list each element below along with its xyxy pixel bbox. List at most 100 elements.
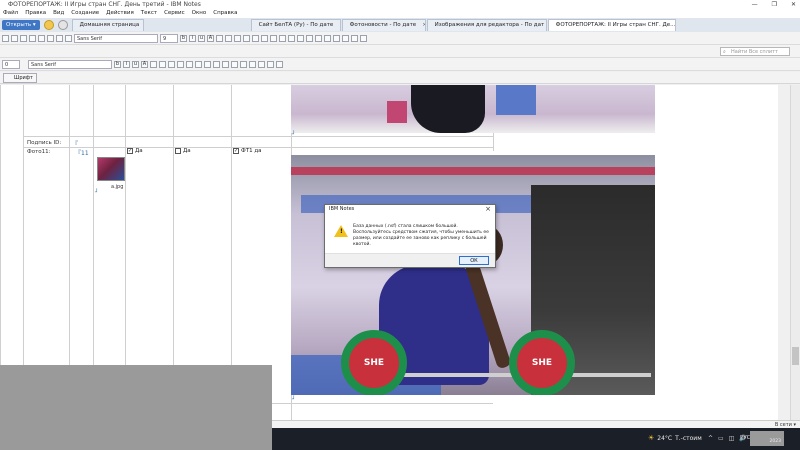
workspace-icon[interactable] (57, 20, 68, 30)
font-name-select-2[interactable]: Sans Serif (28, 59, 112, 69)
table-icon[interactable] (231, 60, 238, 68)
checkbox-label: Да (183, 148, 191, 154)
checkbox-yes-2[interactable]: Да (175, 148, 191, 154)
align-center-icon[interactable] (252, 34, 259, 42)
photo-thumbnail[interactable] (97, 157, 125, 181)
menu-text[interactable]: Текст (141, 9, 157, 18)
text-color-icon[interactable]: A (141, 60, 148, 68)
outdent-icon[interactable] (222, 60, 229, 68)
image-icon[interactable] (306, 34, 313, 42)
language-indicator[interactable]: РУС (740, 435, 751, 441)
scrollbar-thumb[interactable] (792, 347, 799, 365)
menu-tools[interactable]: Сервис (164, 9, 185, 18)
open-button[interactable]: Открыть ▾ (2, 20, 40, 30)
tab-photoreport[interactable]: ФОТОРЕПОРТАЖ: II Игры стран СНГ. Де... × (547, 19, 676, 31)
edit-icon[interactable] (56, 34, 63, 42)
maximize-button[interactable]: ❐ (772, 0, 777, 9)
spellcheck-icon[interactable] (324, 34, 331, 42)
bookmark-icon[interactable] (2, 34, 9, 42)
search-placeholder: Найти Все сплитт (731, 49, 778, 55)
checkbox-yes-1[interactable]: ✓ Да (127, 148, 143, 154)
link-icon[interactable] (297, 34, 304, 42)
outdent-icon[interactable] (279, 34, 286, 42)
menu-window[interactable]: Окно (192, 9, 207, 18)
print-icon[interactable] (38, 34, 45, 42)
table-icon[interactable] (288, 34, 295, 42)
photo11-label: Фото11: (27, 149, 51, 155)
highlight-icon[interactable] (150, 60, 157, 68)
menu-actions[interactable]: Действия (106, 9, 134, 18)
tray-expand-icon[interactable]: ^ (708, 435, 713, 442)
tag-icon[interactable] (351, 34, 358, 42)
bullet-list-icon[interactable] (225, 34, 232, 42)
attach-icon[interactable] (258, 60, 265, 68)
align-left-icon[interactable] (177, 60, 184, 68)
image-icon[interactable] (249, 60, 256, 68)
number-list-icon[interactable] (168, 60, 175, 68)
folder-icon[interactable] (342, 34, 349, 42)
indent-icon[interactable] (270, 34, 277, 42)
menu-edit[interactable]: Правка (25, 9, 46, 18)
network-icon[interactable]: ◫ (729, 435, 735, 442)
smile-icon[interactable] (65, 34, 72, 42)
highlight-icon[interactable] (216, 34, 223, 42)
checkbox-ft1[interactable]: ✓ ФТ1 да (233, 148, 262, 154)
attach-icon[interactable] (315, 34, 322, 42)
align-right-icon[interactable] (195, 60, 202, 68)
indent-icon[interactable] (213, 60, 220, 68)
weightlifting-photo[interactable]: SHE SHE (291, 155, 655, 395)
sun-icon: ☀ (648, 434, 655, 442)
bold-icon[interactable]: b (180, 34, 187, 42)
align-center-icon[interactable] (186, 60, 193, 68)
photo-element (387, 101, 407, 123)
menu-file[interactable]: Файл (3, 9, 18, 18)
menu-create[interactable]: Создание (71, 9, 99, 18)
save-icon[interactable] (29, 34, 36, 42)
photo-element (496, 85, 536, 115)
calendar-icon[interactable] (360, 34, 367, 42)
tray-app-icon[interactable]: ▭ (718, 435, 724, 442)
font-size-select[interactable]: 9 (160, 33, 178, 43)
close-window-button[interactable]: ✕ (791, 0, 796, 9)
italic-icon[interactable]: i (123, 60, 130, 68)
style-select[interactable]: 0 (2, 59, 20, 69)
refresh-icon[interactable] (47, 34, 54, 42)
tab-editor-images[interactable]: Изображения для редактора - По дат × (426, 19, 547, 31)
underline-icon[interactable]: u (198, 34, 205, 42)
menu-view[interactable]: Вид (53, 9, 64, 18)
window-titlebar: ФОТОРЕПОРТАЖ: II Игры стран СНГ. День тр… (0, 0, 800, 9)
weather-widget[interactable]: ☀ 24°C Т.-стоим (648, 434, 702, 442)
clock[interactable]: 2023 (750, 431, 784, 446)
align-left-icon[interactable] (243, 34, 250, 42)
forward-icon[interactable] (20, 34, 27, 42)
dialog-close-icon[interactable]: × (485, 205, 491, 213)
font-button[interactable]: Шрифт (3, 73, 37, 83)
italic-icon[interactable]: i (189, 34, 196, 42)
tab-belta-site[interactable]: Сайт БелТА (Ру) - По дате × (250, 19, 341, 31)
back-icon[interactable] (11, 34, 18, 42)
minimize-button[interactable]: — (752, 0, 758, 9)
tab-home[interactable]: Домашняя страница × (71, 19, 144, 31)
menu-help[interactable]: Справка (213, 9, 237, 18)
bullet-list-icon[interactable] (159, 60, 166, 68)
folder-icon[interactable] (276, 60, 283, 68)
ok-button[interactable]: ОК (459, 256, 489, 265)
tab-photonews[interactable]: Фотоновости - По дате × (341, 19, 426, 31)
weather-text: Т.-стоим (675, 434, 702, 442)
close-tab-icon[interactable]: × (339, 20, 340, 31)
find-icon[interactable] (333, 34, 340, 42)
align-right-icon[interactable] (261, 34, 268, 42)
close-tab-icon[interactable]: × (422, 20, 424, 31)
bold-icon[interactable]: b (114, 60, 121, 68)
thumbnail-filename: a.jpg (111, 184, 124, 190)
home-icon[interactable] (43, 20, 54, 30)
text-color-icon[interactable]: A (207, 34, 214, 42)
vertical-scrollbar[interactable] (790, 85, 800, 420)
underline-icon[interactable]: u (132, 60, 139, 68)
number-list-icon[interactable] (234, 34, 241, 42)
spellcheck-icon[interactable] (267, 60, 274, 68)
search-input[interactable]: ⌕ Найти Все сплитт (720, 47, 790, 56)
font-name-select[interactable]: Sans Serif (74, 33, 158, 43)
justify-icon[interactable] (204, 60, 211, 68)
link-icon[interactable] (240, 60, 247, 68)
